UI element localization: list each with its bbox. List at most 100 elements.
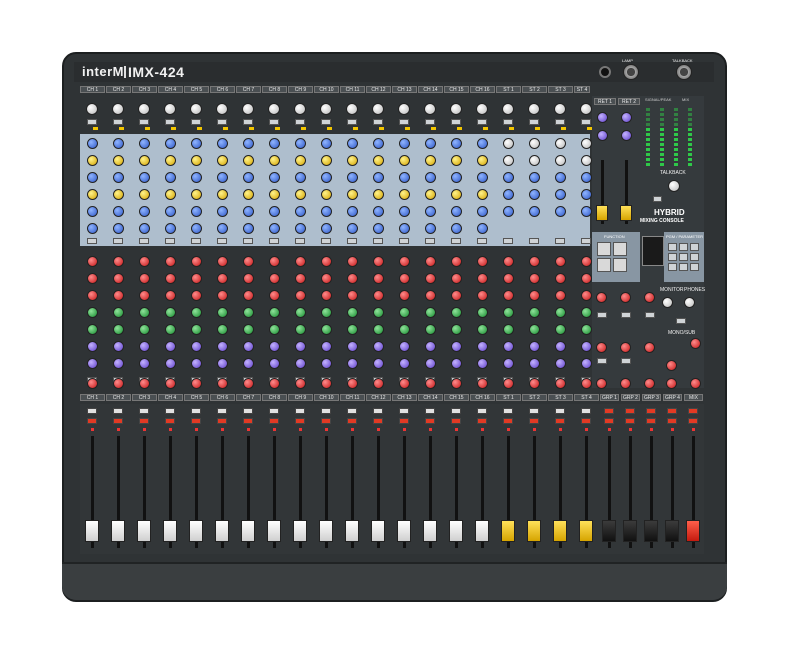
pad-button[interactable] [269,119,279,125]
aux-send-knob[interactable] [373,256,384,267]
eq-knob[interactable] [165,138,176,149]
eq-knob[interactable] [139,172,150,183]
aux-send-knob[interactable] [503,307,514,318]
aux-send-knob[interactable] [373,341,384,352]
aux-send-knob[interactable] [477,341,488,352]
eq-knob[interactable] [295,206,306,217]
eq-knob[interactable] [555,138,566,149]
eq-knob[interactable] [503,172,514,183]
function-nav-pad[interactable] [597,258,611,272]
channel-fader[interactable] [189,520,203,542]
master-button[interactable] [621,312,631,318]
pad-button[interactable] [555,119,565,125]
pan-knob[interactable] [373,378,384,389]
gain-knob[interactable] [398,103,410,115]
eq-knob[interactable] [269,206,280,217]
pan-knob[interactable] [347,378,358,389]
mute-button[interactable] [555,408,565,414]
aux-send-knob[interactable] [191,324,202,335]
eq-knob[interactable] [347,172,358,183]
aux-send-knob[interactable] [113,307,124,318]
eq-knob[interactable] [139,206,150,217]
solo-button[interactable] [243,418,253,424]
aux-send-knob[interactable] [477,273,488,284]
channel-fader[interactable] [293,520,307,542]
channel-fader[interactable] [241,520,255,542]
gain-knob[interactable] [268,103,280,115]
eq-knob[interactable] [87,155,98,166]
eq-knob[interactable] [555,172,566,183]
eq-knob[interactable] [347,223,358,234]
pad-button[interactable] [399,119,409,125]
pan-knob[interactable] [529,378,540,389]
gain-knob[interactable] [320,103,332,115]
solo-button[interactable] [646,418,656,424]
eq-knob[interactable] [529,189,540,200]
channel-fader[interactable] [501,520,515,542]
aux-send-knob[interactable] [425,324,436,335]
master-knob[interactable] [644,342,655,353]
pan-knob[interactable] [113,378,124,389]
aux-send-knob[interactable] [87,256,98,267]
aux-send-knob[interactable] [529,290,540,301]
eq-knob[interactable] [477,206,488,217]
aux-send-knob[interactable] [243,324,254,335]
aux-send-knob[interactable] [113,358,124,369]
aux-send-knob[interactable] [451,341,462,352]
ret2-aux-knob[interactable] [621,130,632,141]
aux-send-knob[interactable] [477,256,488,267]
aux-send-knob[interactable] [113,324,124,335]
gain-knob[interactable] [450,103,462,115]
aux-send-knob[interactable] [425,256,436,267]
eq-knob[interactable] [165,223,176,234]
eq-knob[interactable] [321,223,332,234]
pad-button[interactable] [425,119,435,125]
channel-fader[interactable] [397,520,411,542]
eq-knob[interactable] [113,223,124,234]
aux-send-knob[interactable] [269,256,280,267]
mute-button[interactable] [243,408,253,414]
aux-send-knob[interactable] [165,307,176,318]
aux-send-knob[interactable] [477,358,488,369]
eq-knob[interactable] [243,155,254,166]
eq-switch[interactable] [503,238,513,244]
eq-knob[interactable] [165,206,176,217]
aux-send-knob[interactable] [295,341,306,352]
eq-knob[interactable] [191,206,202,217]
eq-knob[interactable] [451,172,462,183]
channel-fader[interactable] [665,520,679,542]
aux-send-knob[interactable] [113,273,124,284]
pad-button[interactable] [529,119,539,125]
ret1-aux-knob[interactable] [597,130,608,141]
eq-knob[interactable] [321,189,332,200]
keypad-button[interactable] [679,243,688,251]
aux-send-knob[interactable] [165,273,176,284]
eq-knob[interactable] [373,223,384,234]
eq-knob[interactable] [451,223,462,234]
aux-send-knob[interactable] [269,358,280,369]
eq-knob[interactable] [581,189,592,200]
eq-knob[interactable] [243,189,254,200]
mute-button[interactable] [87,408,97,414]
pad-button[interactable] [165,119,175,125]
solo-button[interactable] [399,418,409,424]
pan-knob[interactable] [321,378,332,389]
aux-send-knob[interactable] [347,341,358,352]
aux-send-knob[interactable] [217,341,228,352]
aux-send-knob[interactable] [555,290,566,301]
aux-send-knob[interactable] [243,290,254,301]
monitor-level-knob[interactable] [662,297,673,308]
master-button[interactable] [597,358,607,364]
eq-switch[interactable] [191,238,201,244]
pan-knob[interactable] [451,378,462,389]
eq-knob[interactable] [347,189,358,200]
mute-button[interactable] [646,408,656,414]
aux-send-knob[interactable] [529,358,540,369]
aux-send-knob[interactable] [503,324,514,335]
eq-knob[interactable] [139,189,150,200]
mute-button[interactable] [347,408,357,414]
pad-button[interactable] [243,119,253,125]
aux-send-knob[interactable] [139,324,150,335]
aux-send-knob[interactable] [321,256,332,267]
eq-switch[interactable] [165,238,175,244]
